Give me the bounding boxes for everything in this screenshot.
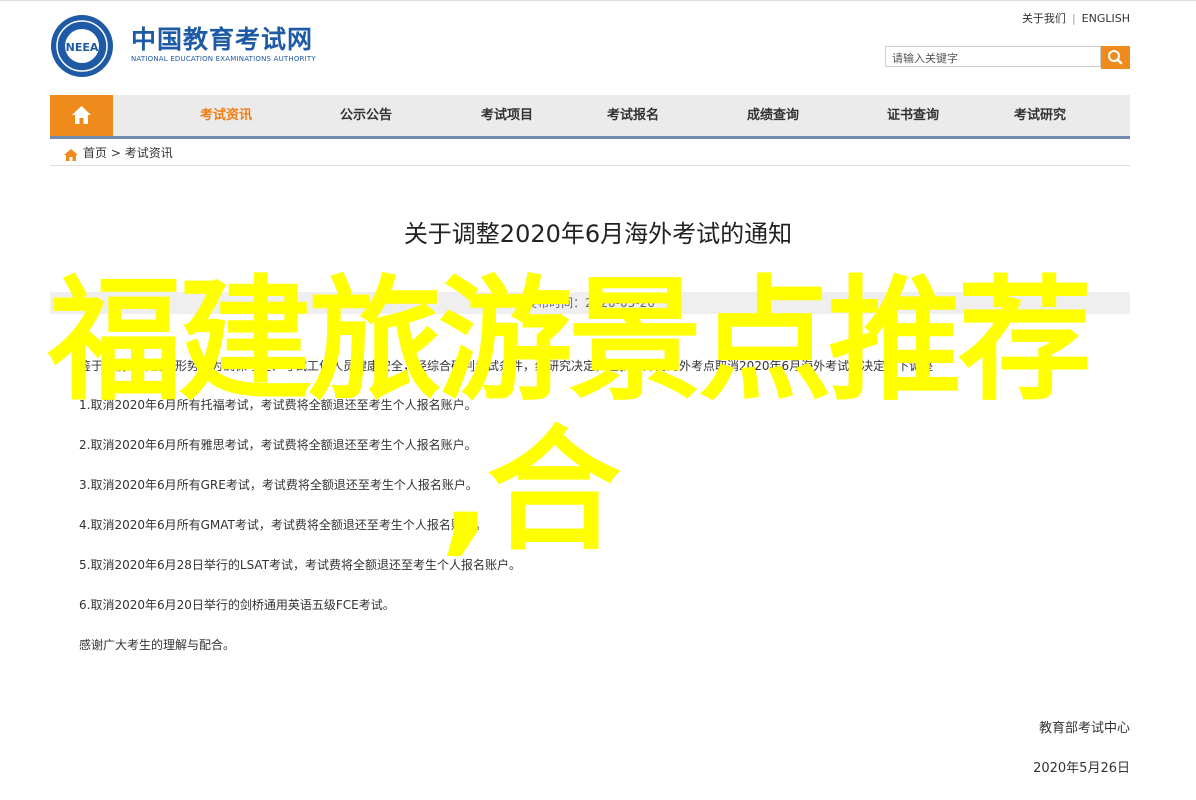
breadcrumb-separator: > (110, 146, 121, 160)
breadcrumb-trail: 首页 > 考试资讯 (83, 138, 173, 169)
nav-item-exam-projects[interactable]: 考试项目 (457, 95, 557, 136)
overlay-line-2: ,合 (440, 413, 621, 569)
english-link[interactable]: ENGLISH (1082, 12, 1130, 25)
search-placeholder: 请输入关键字 (892, 52, 958, 65)
breadcrumb: 首页 > 考试资讯 (50, 138, 1130, 166)
search-icon (1108, 50, 1123, 65)
home-icon (72, 106, 91, 124)
nav-item-exam-news[interactable]: 考试资讯 (176, 95, 276, 136)
breadcrumb-home-link[interactable]: 首页 (83, 146, 107, 160)
neea-logo[interactable]: NEEA (50, 14, 114, 78)
link-separator: | (1071, 12, 1076, 25)
nav-item-announcements[interactable]: 公示公告 (316, 95, 416, 136)
nav-item-registration[interactable]: 考试报名 (583, 95, 683, 136)
article-closing: 感谢广大考生的理解与配合。 (79, 638, 236, 652)
nav-item-score-query[interactable]: 成绩查询 (723, 95, 823, 136)
article-title: 关于调整2020年6月海外考试的通知 (403, 220, 793, 248)
nav-item-certificate-query[interactable]: 证书查询 (863, 95, 963, 136)
main-nav: 考试资讯 公示公告 考试项目 考试报名 成绩查询 证书查询 考试研究 (50, 95, 1130, 139)
search-input[interactable]: 请输入关键字 (885, 46, 1101, 67)
nav-home-button[interactable] (50, 95, 113, 136)
site-subtitle: NATIONAL EDUCATION EXAMINATIONS AUTHORIT… (131, 55, 316, 63)
overlay-line-1: 福建旅游景点推荐 (48, 263, 1092, 419)
svg-text:NEEA: NEEA (66, 41, 99, 54)
nav-item-exam-research[interactable]: 考试研究 (990, 95, 1090, 136)
top-links: 关于我们 | ENGLISH (1022, 10, 1130, 26)
overlay-banner-text: 福建旅游景点推荐 ,合 (48, 266, 1158, 566)
article-item-6: 6.取消2020年6月20日举行的剑桥通用英语五级FCE考试。 (79, 598, 395, 612)
article-date: 2020年5月26日 (1033, 761, 1130, 776)
breadcrumb-home-icon (64, 149, 78, 161)
top-divider (0, 0, 1196, 1)
search-button[interactable] (1101, 46, 1130, 69)
about-link[interactable]: 关于我们 (1022, 12, 1066, 25)
breadcrumb-current[interactable]: 考试资讯 (125, 146, 173, 160)
site-title[interactable]: 中国教育考试网 (131, 26, 313, 54)
article-signature: 教育部考试中心 (1038, 721, 1130, 736)
